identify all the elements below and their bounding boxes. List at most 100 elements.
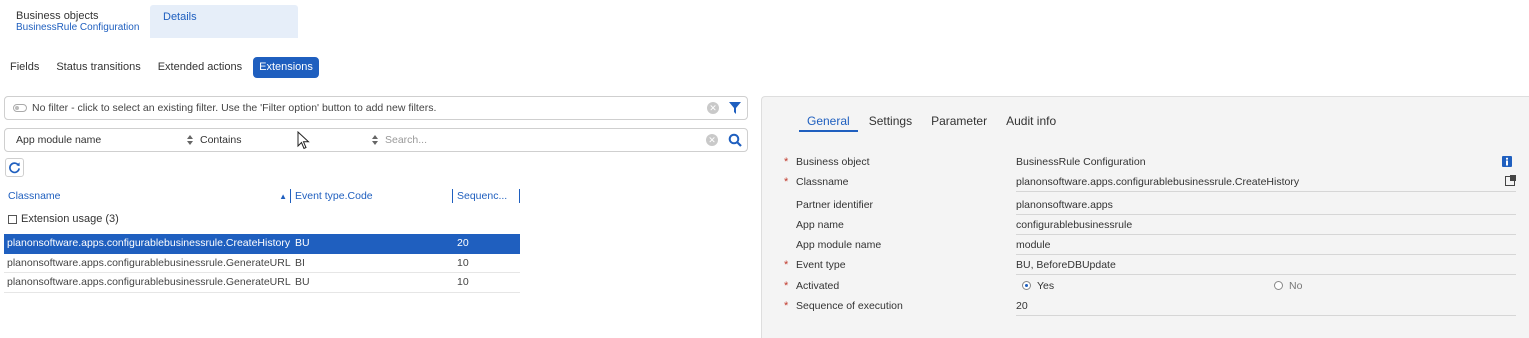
sort-up-icon[interactable]: ▲ bbox=[279, 190, 287, 204]
radio-no-label: No bbox=[1289, 280, 1303, 292]
field-label: App module name bbox=[796, 239, 882, 251]
required-marker: * bbox=[784, 259, 789, 271]
tab-business-objects-sublabel: BusinessRule Configuration bbox=[16, 22, 140, 33]
app-name-field[interactable]: configurablebusinessrule bbox=[1016, 215, 1516, 235]
search-operator-value: Contains bbox=[200, 134, 242, 146]
field-label: Event type bbox=[796, 259, 846, 271]
group-checkbox[interactable] bbox=[8, 214, 17, 224]
field-app-name: App name configurablebusinessrule bbox=[762, 215, 1529, 235]
popout-icon[interactable] bbox=[1505, 175, 1516, 186]
field-label: App name bbox=[796, 219, 844, 231]
cell-classname: planonsoftware.apps.configurablebusiness… bbox=[7, 237, 291, 250]
partner-identifier-field[interactable]: planonsoftware.apps bbox=[1016, 195, 1516, 215]
subtab-extensions[interactable]: Extensions bbox=[253, 57, 319, 78]
field-value: configurablebusinessrule bbox=[1016, 219, 1133, 231]
column-header-event-type[interactable]: Event type.Code bbox=[291, 189, 453, 203]
filter-text[interactable]: No filter - click to select an existing … bbox=[32, 102, 707, 114]
filter-bar[interactable]: No filter - click to select an existing … bbox=[4, 96, 748, 120]
clear-icon[interactable]: ✕ bbox=[706, 134, 718, 146]
cell-classname: planonsoftware.apps.configurablebusiness… bbox=[7, 256, 291, 269]
subtab-extended-actions[interactable]: Extended actions bbox=[152, 57, 248, 78]
cell-event-type: BU bbox=[295, 276, 310, 289]
tab-business-objects-label: Business objects bbox=[16, 10, 99, 22]
group-row[interactable]: Extension usage (3) bbox=[8, 212, 119, 226]
cell-sequence: 20 bbox=[457, 237, 469, 250]
field-value: BusinessRule Configuration bbox=[1016, 156, 1146, 168]
column-header-label: Event type.Code bbox=[295, 190, 373, 202]
classname-field[interactable]: planonsoftware.apps.configurablebusiness… bbox=[1016, 172, 1516, 192]
sequence-field[interactable]: 20 bbox=[1016, 296, 1516, 316]
subtab-fields[interactable]: Fields bbox=[4, 57, 45, 78]
business-object-value: BusinessRule Configuration bbox=[1016, 152, 1516, 172]
grid-header: Classname ▲ Event type.Code Sequenc... bbox=[4, 186, 520, 206]
field-partner-identifier: Partner identifier planonsoftware.apps bbox=[762, 195, 1529, 215]
activated-radio-group: Yes No bbox=[1016, 276, 1516, 296]
required-marker: * bbox=[784, 280, 789, 292]
cell-classname: planonsoftware.apps.configurablebusiness… bbox=[7, 276, 291, 289]
cell-sequence: 10 bbox=[457, 256, 469, 269]
search-bar: App module name Contains ✕ bbox=[4, 128, 748, 152]
search-field-value: App module name bbox=[16, 134, 102, 146]
field-event-type: * Event type BU, BeforeDBUpdate bbox=[762, 255, 1529, 275]
select-arrows-icon bbox=[372, 135, 378, 145]
radio-yes-button[interactable] bbox=[1022, 281, 1031, 290]
mouse-cursor-icon bbox=[297, 131, 310, 150]
column-header-classname[interactable]: Classname ▲ bbox=[4, 189, 291, 203]
subtab-status-transitions[interactable]: Status transitions bbox=[50, 57, 146, 78]
search-field-select[interactable]: App module name bbox=[5, 129, 195, 151]
field-business-object: * Business object BusinessRule Configura… bbox=[762, 152, 1529, 172]
table-row[interactable]: planonsoftware.apps.configurablebusiness… bbox=[4, 273, 520, 293]
radio-no-button[interactable] bbox=[1274, 281, 1283, 290]
select-arrows-icon bbox=[187, 135, 193, 145]
radio-yes-label: Yes bbox=[1037, 280, 1055, 292]
clear-icon[interactable]: ✕ bbox=[707, 102, 719, 114]
field-label: Classname bbox=[796, 176, 849, 188]
field-label: Business object bbox=[796, 156, 870, 168]
detail-panel: General Settings Parameter Audit info * … bbox=[761, 96, 1529, 338]
toggle-icon[interactable] bbox=[13, 104, 27, 112]
field-app-module-name: App module name module bbox=[762, 235, 1529, 255]
required-marker: * bbox=[784, 176, 789, 188]
top-tabs: Business objects BusinessRule Configurat… bbox=[6, 5, 298, 38]
tab-audit-info[interactable]: Audit info bbox=[998, 113, 1064, 132]
subtab-bar: Fields Status transitions Extended actio… bbox=[4, 57, 324, 78]
cell-event-type: BI bbox=[295, 256, 305, 269]
radio-no[interactable]: No bbox=[1274, 276, 1302, 296]
field-value: planonsoftware.apps.configurablebusiness… bbox=[1016, 176, 1300, 188]
required-marker: * bbox=[784, 156, 789, 168]
required-marker: * bbox=[784, 300, 789, 312]
radio-yes[interactable]: Yes bbox=[1022, 276, 1054, 296]
field-activated: * Activated Yes No bbox=[762, 276, 1529, 296]
field-value: module bbox=[1016, 239, 1051, 251]
detail-tabs: General Settings Parameter Audit info bbox=[799, 113, 1067, 132]
tab-general[interactable]: General bbox=[799, 113, 858, 132]
table-row[interactable]: planonsoftware.apps.configurablebusiness… bbox=[4, 254, 520, 273]
grid-rows: planonsoftware.apps.configurablebusiness… bbox=[4, 234, 520, 293]
column-header-sequence[interactable]: Sequenc... bbox=[453, 189, 520, 203]
tab-settings[interactable]: Settings bbox=[861, 113, 920, 132]
tab-parameter[interactable]: Parameter bbox=[923, 113, 995, 132]
field-label: Partner identifier bbox=[796, 199, 874, 211]
app-module-name-field[interactable]: module bbox=[1016, 235, 1516, 255]
search-icon[interactable] bbox=[728, 133, 742, 147]
search-operator-select[interactable]: Contains bbox=[195, 129, 380, 151]
column-header-label: Classname bbox=[8, 190, 61, 202]
tab-details[interactable]: Details bbox=[150, 5, 298, 38]
cell-event-type: BU bbox=[295, 237, 310, 250]
field-value: BU, BeforeDBUpdate bbox=[1016, 259, 1116, 271]
group-label: Extension usage (3) bbox=[21, 213, 119, 225]
field-classname: * Classname planonsoftware.apps.configur… bbox=[762, 172, 1529, 192]
refresh-icon bbox=[9, 162, 20, 174]
filter-funnel-icon[interactable] bbox=[729, 102, 741, 114]
field-value: 20 bbox=[1016, 300, 1028, 312]
event-type-field[interactable]: BU, BeforeDBUpdate bbox=[1016, 255, 1516, 275]
refresh-button[interactable] bbox=[5, 158, 24, 177]
column-header-label: Sequenc... bbox=[457, 190, 508, 202]
field-label: Sequence of execution bbox=[796, 300, 903, 312]
field-label: Activated bbox=[796, 280, 840, 292]
info-icon[interactable] bbox=[1502, 156, 1512, 167]
search-input[interactable] bbox=[380, 129, 706, 151]
field-sequence-of-execution: * Sequence of execution 20 bbox=[762, 296, 1529, 316]
tab-business-objects[interactable]: Business objects BusinessRule Configurat… bbox=[6, 5, 150, 38]
table-row[interactable]: planonsoftware.apps.configurablebusiness… bbox=[4, 234, 520, 254]
